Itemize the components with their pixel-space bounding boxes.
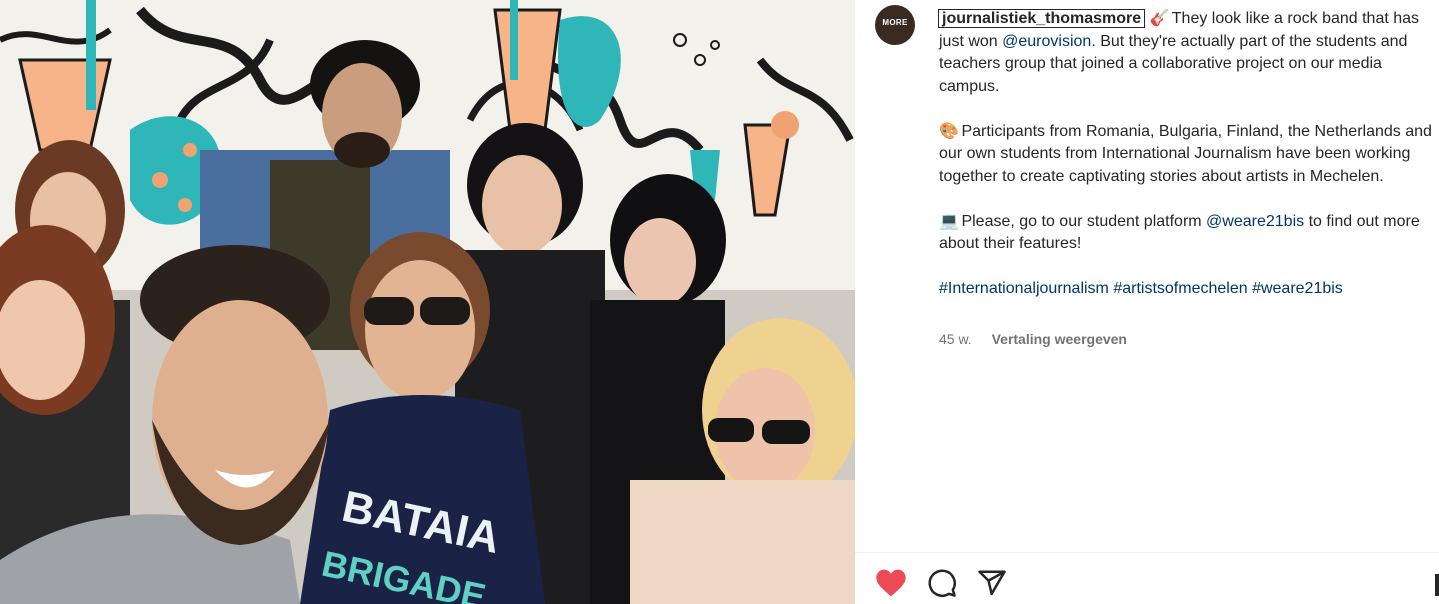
mention-weare21bis[interactable]: @weare21bis: [1206, 213, 1304, 230]
post-caption: journalistiek_thomasmore 🎸 They look lik…: [938, 8, 1439, 301]
laptop-icon: 💻: [939, 212, 959, 230]
translate-link[interactable]: Vertaling weergeven: [992, 331, 1127, 347]
guitar-icon: 🎸: [1149, 10, 1170, 27]
post-detail-panel: MORE journalistiek_thomasmore 🎸 They loo…: [855, 0, 1439, 604]
hashtags: #Internationaljournalism #artistsofmeche…: [939, 278, 1439, 301]
caption-text-3a: Please, go to our student platform: [961, 212, 1207, 230]
group-selfie-image: BATAIA BRIGADE: [0, 0, 855, 604]
like-button[interactable]: [875, 568, 909, 602]
post-meta: 45 w. Vertaling weergeven: [939, 331, 1127, 347]
palette-icon: 🎨: [939, 122, 959, 140]
bookmark-icon[interactable]: [1435, 574, 1439, 596]
post-photo[interactable]: BATAIA BRIGADE: [0, 0, 855, 604]
caption-text-2: Participants from Romania, Bulgaria, Fin…: [939, 122, 1432, 185]
post-time[interactable]: 45 w.: [939, 331, 972, 347]
share-button[interactable]: [977, 568, 1011, 602]
comment-icon: [928, 569, 956, 597]
hashtag-link[interactable]: #Internationaljournalism: [939, 280, 1109, 297]
hashtag-link[interactable]: #artistsofmechelen: [1113, 280, 1247, 297]
paper-plane-icon: [978, 570, 1006, 596]
divider: [855, 552, 1439, 553]
heart-filled-icon: [876, 569, 906, 597]
profile-avatar[interactable]: MORE: [875, 5, 915, 45]
avatar-label: MORE: [882, 18, 908, 27]
username-link[interactable]: journalistiek_thomasmore: [938, 9, 1146, 28]
mention-eurovision[interactable]: @eurovision: [1002, 33, 1091, 50]
comment-button[interactable]: [927, 568, 961, 602]
hashtag-link[interactable]: #weare21bis: [1252, 280, 1343, 297]
